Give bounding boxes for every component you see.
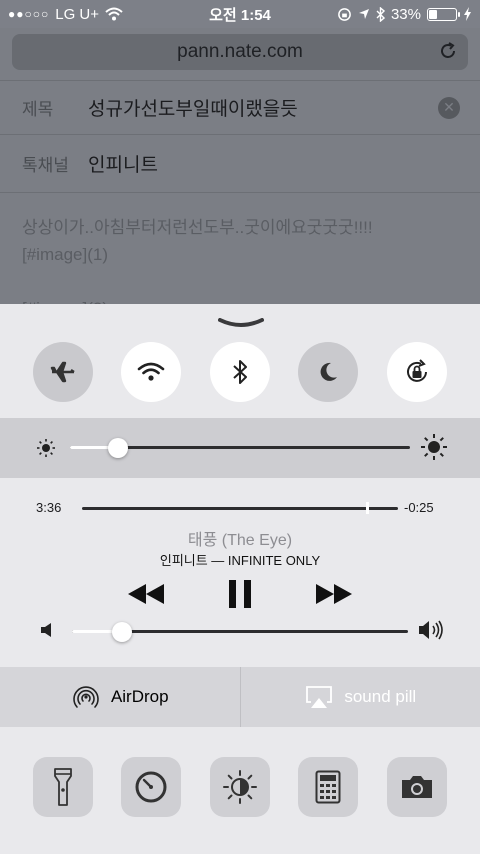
wifi-icon [137,362,165,381]
rotation-lock-icon [407,359,427,382]
volume-low-icon [41,623,51,637]
remaining-time: -0:25 [404,500,434,515]
subject-label: 제목 [22,100,54,119]
timer-icon [135,771,167,803]
charging-icon [464,7,471,21]
rewind-button[interactable] [126,574,166,614]
wifi-status-icon [105,7,123,21]
timer-button[interactable] [121,757,181,817]
clear-subject-icon[interactable]: ✕ [438,96,460,119]
volume-high-icon [419,620,443,640]
track-title: 태풍 (The Eye) [187,532,293,549]
reload-icon[interactable] [438,41,458,61]
night-shift-icon [223,770,257,804]
track-artist-album: 인피니트 — INFINITE ONLY [159,553,321,568]
rotation-lock-toggle[interactable] [387,342,447,402]
quick-tools-row [0,757,480,819]
grabber-chevron-icon[interactable] [218,318,264,328]
elapsed-time: 3:36 [36,500,62,515]
flashlight-icon [54,768,72,806]
fast-forward-icon [316,584,352,604]
camera-icon [402,776,432,798]
airplane-mode-toggle[interactable] [33,342,93,402]
brightness-low-icon [37,439,55,457]
battery-level [429,9,437,19]
battery-icon [427,7,460,21]
calculator-button[interactable] [298,757,358,817]
rewind-icon [128,584,164,604]
airdrop-label: AirDrop [110,687,169,706]
flashlight-button[interactable] [33,757,93,817]
playback-scrubber[interactable] [366,502,370,514]
do-not-disturb-toggle[interactable] [298,342,358,402]
brightness-section [0,418,480,478]
airplane-icon [50,361,75,383]
lock-rotation-status-icon [338,7,351,21]
brightness-slider-knob[interactable] [107,438,128,458]
bluetooth-toggle[interactable] [210,342,270,402]
subject-row[interactable]: 제목 성규가선도부일때이랬을듯 ✕ [0,80,480,134]
bluetooth-status-icon [376,6,385,22]
airdrop-button[interactable]: AirDrop [0,667,240,727]
signal-strength: ●●○○○ [8,7,50,21]
now-playing: 3:36 -0:25 태풍 (The Eye) 인피니트 — INFINITE … [0,488,480,668]
airplay-label: sound pill [344,687,417,706]
volume-slider-knob[interactable] [112,622,133,642]
airplay-icon [306,686,333,708]
transport-controls [0,574,480,614]
toggle-row [0,342,480,402]
airplay-button[interactable]: sound pill [241,667,480,727]
browser-page: pann.nate.com 제목 성규가선도부일때이랬을듯 ✕ 톡채널 인피니트… [0,28,480,318]
calculator-icon [315,770,341,804]
body-line: [#image](1) [22,245,108,264]
subject-input[interactable]: 성규가선도부일때이랬을듯 [88,94,298,121]
brightness-high-icon [421,434,447,460]
bluetooth-icon [233,360,247,384]
wifi-toggle[interactable] [121,342,181,402]
moon-icon [320,362,337,381]
body-line: 상상이가..아침부터저런선도부..굿이에요굿굿굿!!!! [22,218,373,237]
divider [0,192,480,193]
channel-row[interactable]: 톡채널 인피니트 [0,134,480,192]
camera-button[interactable] [387,757,447,817]
control-center: 3:36 -0:25 태풍 (The Eye) 인피니트 — INFINITE … [0,304,480,854]
battery-percent: 33% [390,5,421,23]
night-shift-button[interactable] [210,757,270,817]
location-arrow-icon [358,9,369,19]
status-bar: ●●○○○ LG U+ 오전 1:54 33% [0,0,480,28]
channel-label: 톡채널 [22,156,69,175]
channel-value[interactable]: 인피니트 [88,150,158,177]
fast-forward-button[interactable] [314,574,354,614]
airdrop-icon [73,686,99,708]
url-text: pann.nate.com [177,41,303,62]
pause-button[interactable] [222,574,258,614]
share-row: AirDrop sound pill [0,667,480,727]
address-bar[interactable]: pann.nate.com [12,34,468,70]
playback-track[interactable] [82,507,398,510]
pause-icon [229,580,251,608]
carrier-name: LG U+ [55,5,100,23]
